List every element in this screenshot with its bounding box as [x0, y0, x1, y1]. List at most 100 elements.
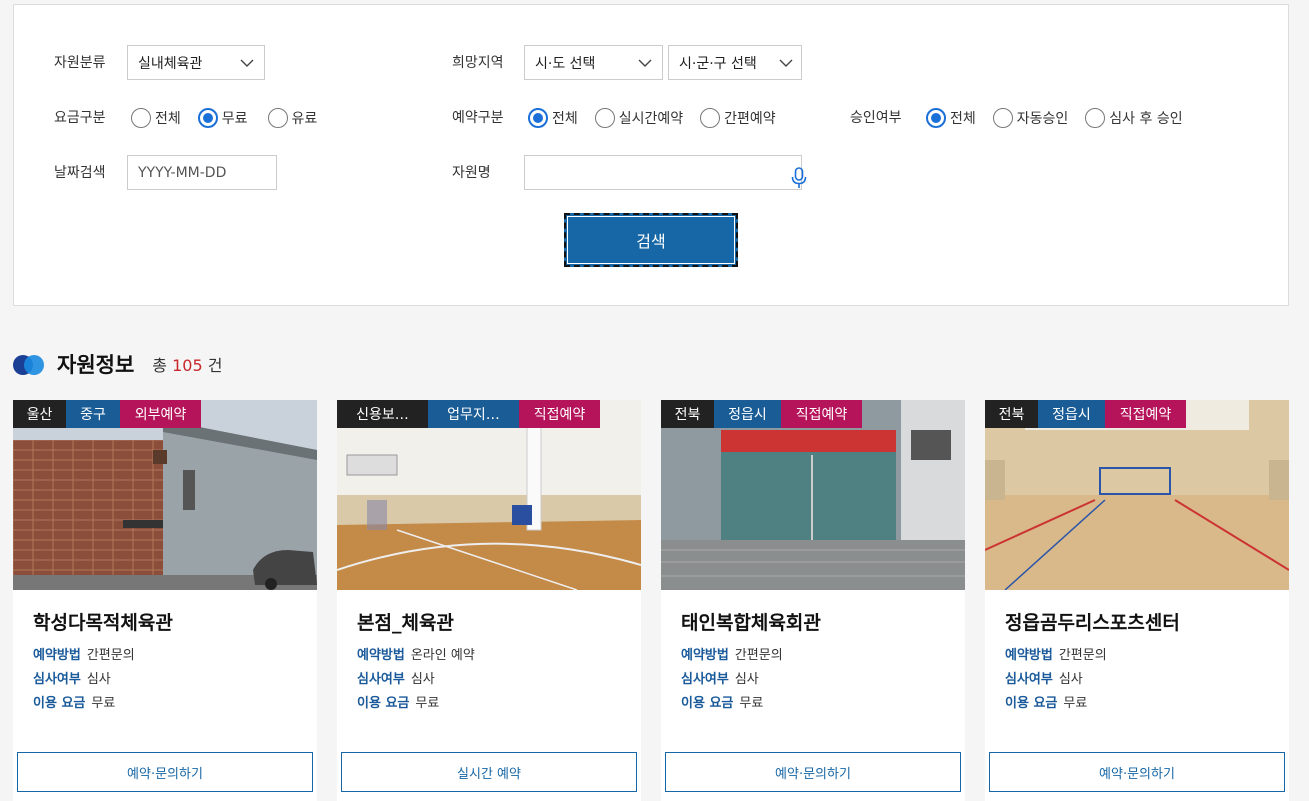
fee-label: 요금구분 [54, 110, 106, 126]
chevron-down-icon [240, 59, 254, 67]
region-tag: 전북 [985, 400, 1038, 428]
search-button[interactable]: 검색 [564, 213, 738, 267]
reservation-type-tag: 외부예약 [120, 400, 201, 428]
card-info-review: 심사여부 심사 [1005, 671, 1083, 689]
info-label: 이용 요금 [33, 696, 86, 711]
radio-label: 무료 [221, 111, 248, 127]
region-tag: 전북 [661, 400, 714, 428]
info-label: 예약방법 [357, 648, 405, 663]
radio-circle[interactable] [197, 108, 218, 128]
info-value: 간편문의 [734, 648, 783, 663]
card-info-fee: 이용 요금 무료 [33, 695, 115, 713]
approval-radio-review[interactable]: 심사 후 승인 [1085, 108, 1183, 128]
tag-list: 전북 정읍시 직접예약 [985, 400, 1186, 428]
approval-radio-auto[interactable]: 자동승인 [992, 108, 1069, 128]
resource-card[interactable]: 신용보… 업무지… 직접예약 본점_체육관 예약방법 온라인 예약 심사여부 심사 … [337, 400, 641, 801]
fee-radio-paid[interactable]: 유료 [267, 108, 318, 128]
sido-select[interactable]: 시·도 선택 [524, 45, 663, 80]
sigungu-select[interactable]: 시·군·구 선택 [668, 45, 802, 80]
date-input[interactable] [127, 155, 277, 190]
search-panel: 자원분류 실내체육관 희망지역 시·도 선택 시·군·구 선택 요금구분 전체 … [13, 4, 1289, 306]
inquiry-button[interactable]: 예약·문의하기 [665, 752, 961, 792]
card-info-fee: 이용 요금 무료 [357, 695, 439, 713]
facility-photo [337, 400, 641, 590]
card-info-review: 심사여부 심사 [357, 671, 435, 689]
info-value: 무료 [1063, 696, 1088, 711]
fee-radio-all[interactable]: 전체 [131, 108, 181, 128]
radio-label: 유료 [291, 111, 318, 127]
resource-type-value: 실내체육관 [138, 55, 203, 72]
radio-label: 심사 후 승인 [1109, 111, 1183, 127]
info-value: 심사 [1058, 672, 1083, 687]
district-tag: 정읍시 [1038, 400, 1105, 428]
tag-list: 울산 중구 외부예약 [13, 400, 201, 428]
card-title[interactable]: 본점_체육관 [357, 608, 454, 635]
reservation-radio-simple[interactable]: 간편예약 [700, 108, 776, 128]
sido-value: 시·도 선택 [535, 55, 596, 72]
count-prefix: 총 [152, 356, 168, 375]
tag-list: 신용보… 업무지… 직접예약 [337, 400, 600, 428]
info-value: 무료 [91, 696, 116, 711]
reservation-radio-realtime[interactable]: 실시간예약 [594, 108, 683, 128]
district-tag: 중구 [66, 400, 120, 428]
radio-circle[interactable] [594, 108, 615, 128]
resource-type-select[interactable]: 실내체육관 [127, 45, 265, 80]
facility-photo [661, 400, 965, 590]
card-info-method: 예약방법 온라인 예약 [357, 647, 475, 665]
radio-circle[interactable] [528, 108, 548, 128]
card-info-fee: 이용 요금 무료 [681, 695, 763, 713]
tag-list: 전북 정읍시 직접예약 [661, 400, 862, 428]
count-suffix: 건 [207, 356, 223, 375]
resource-card[interactable]: 전북 정읍시 직접예약 정읍곰두리스포츠센터 예약방법 간편문의 심사여부 심사 이… [985, 400, 1289, 801]
radio-circle[interactable] [1085, 108, 1106, 128]
radio-label: 간편예약 [724, 111, 776, 127]
fee-radio-free[interactable]: 무료 [197, 108, 248, 128]
region-tag: 신용보… [337, 400, 428, 428]
info-value: 심사 [410, 672, 435, 687]
inquiry-button[interactable]: 예약·문의하기 [989, 752, 1285, 792]
info-value: 심사 [734, 672, 759, 687]
radio-circle[interactable] [926, 108, 946, 128]
section-bullet-icon [13, 353, 47, 375]
reservation-type-tag: 직접예약 [781, 400, 862, 428]
microphone-icon[interactable] [790, 167, 808, 189]
resource-name-input[interactable] [524, 155, 802, 190]
resource-card[interactable]: 전북 정읍시 직접예약 태인복합체육회관 예약방법 간편문의 심사여부 심사 이용 … [661, 400, 965, 801]
radio-circle[interactable] [267, 108, 288, 128]
info-value: 무료 [415, 696, 440, 711]
reservation-type-tag: 직접예약 [1105, 400, 1186, 428]
approval-radio-group: 전체 자동승인 심사 후 승인 [926, 107, 1203, 129]
radio-circle[interactable] [131, 108, 151, 128]
reservation-radio-group: 전체 실시간예약 간편예약 [528, 107, 796, 129]
radio-label: 전체 [950, 111, 976, 127]
date-label: 날짜검색 [54, 165, 106, 181]
card-title[interactable]: 학성다목적체육관 [33, 608, 173, 635]
district-tag: 업무지… [428, 400, 519, 428]
approval-label: 승인여부 [850, 110, 902, 126]
card-title[interactable]: 태인복합체육회관 [681, 608, 821, 635]
approval-radio-all[interactable]: 전체 [926, 108, 976, 128]
radio-label: 전체 [155, 111, 181, 127]
facility-photo [985, 400, 1289, 590]
realtime-reservation-button[interactable]: 실시간 예약 [341, 752, 637, 792]
reservation-radio-all[interactable]: 전체 [528, 108, 578, 128]
radio-circle[interactable] [992, 108, 1013, 128]
info-value: 무료 [739, 696, 764, 711]
section-header: 자원정보 총 105 건 [13, 346, 222, 382]
radio-label: 자동승인 [1016, 111, 1069, 127]
info-value: 온라인 예약 [410, 648, 475, 663]
info-value: 간편문의 [1058, 648, 1107, 663]
facility-photo [13, 400, 317, 590]
card-info-review: 심사여부 심사 [33, 671, 111, 689]
card-title[interactable]: 정읍곰두리스포츠센터 [1005, 608, 1180, 635]
card-info-method: 예약방법 간편문의 [33, 647, 135, 665]
sigungu-value: 시·군·구 선택 [679, 55, 757, 72]
region-tag: 울산 [13, 400, 66, 428]
info-label: 이용 요금 [1005, 696, 1058, 711]
chevron-down-icon [638, 59, 652, 67]
info-label: 예약방법 [33, 648, 81, 663]
info-value: 간편문의 [86, 648, 135, 663]
radio-circle[interactable] [700, 108, 721, 128]
inquiry-button[interactable]: 예약·문의하기 [17, 752, 313, 792]
resource-card[interactable]: 울산 중구 외부예약 학성다목적체육관 예약방법 간편문의 심사여부 심사 이용 요… [13, 400, 317, 801]
